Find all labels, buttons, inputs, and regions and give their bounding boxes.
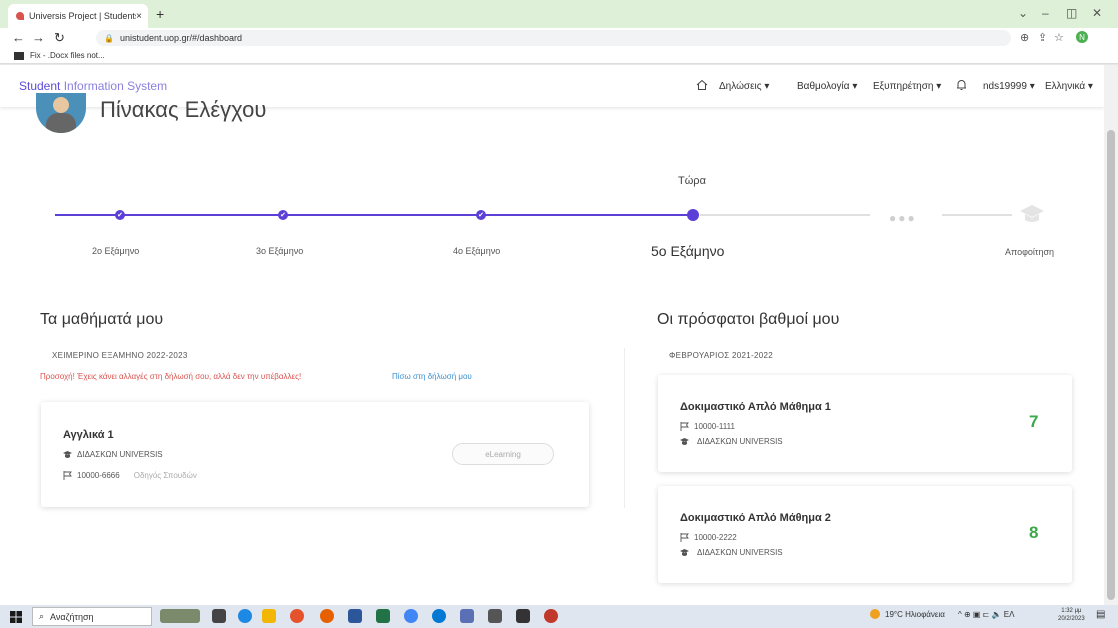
app-icon[interactable] xyxy=(460,609,474,623)
grade-instructor: ΔΙΔΑΣΚΩΝ UNIVERSIS xyxy=(680,548,783,557)
url-text: unistudent.uop.gr/#/dashboard xyxy=(119,33,243,43)
close-window-button[interactable]: ✕ xyxy=(1092,6,1102,20)
bell-icon[interactable] xyxy=(956,79,967,91)
course-code-line: 10000-6666 Οδηγός Σπουδών xyxy=(63,471,197,480)
excel-icon[interactable] xyxy=(376,609,390,623)
graduation-label: Αποφοίτηση xyxy=(1005,247,1055,257)
timeline-ellipsis: ●●● xyxy=(889,211,917,225)
courses-period: ΧΕΙΜΕΡΙΝΟ ΕΞΑΜΗΝΟ 2022-2023 xyxy=(52,351,188,360)
nav-declarations[interactable]: Δηλώσεις ▾ xyxy=(719,81,769,92)
site-favicon-icon xyxy=(16,12,24,20)
back-arrow-icon[interactable]: ← xyxy=(12,30,25,45)
semester-2-label: 2ο Εξάμηνο xyxy=(92,246,140,256)
share-icon[interactable]: ⇪ xyxy=(1038,31,1047,44)
grade-value: 7 xyxy=(1029,412,1039,431)
instructor-icon xyxy=(63,450,72,458)
minimize-button[interactable]: – xyxy=(1042,6,1049,20)
app-icon[interactable] xyxy=(488,609,502,623)
address-bar[interactable]: 🔒 unistudent.uop.gr/#/dashboard xyxy=(96,30,1011,46)
nav-user[interactable]: nds19999 ▾ xyxy=(983,81,1035,92)
brand-logo[interactable]: Student Information System xyxy=(19,79,167,93)
graduation-cap-icon xyxy=(1020,205,1044,222)
edge-icon[interactable] xyxy=(238,609,252,623)
back-to-declaration-link[interactable]: Πίσω στη δήλωσή μου xyxy=(392,372,472,381)
news-widget-icon[interactable] xyxy=(160,609,200,623)
grade-course-title: Δοκιμαστικό Απλό Μάθημα 2 xyxy=(680,512,831,524)
tab-close-icon[interactable]: × xyxy=(136,11,142,22)
semester-3-label: 3ο Εξάμηνο xyxy=(256,246,304,256)
profile-avatar[interactable]: N xyxy=(1076,31,1088,43)
my-courses-heading: Τα μαθήματά μου xyxy=(40,311,164,328)
maximize-button[interactable]: ◫ xyxy=(1066,6,1077,20)
new-tab-button[interactable]: + xyxy=(156,6,164,22)
task-view-icon[interactable] xyxy=(212,609,226,623)
instructor-icon xyxy=(680,548,689,556)
page-content: Student Information System Δηλώσεις ▾ Βα… xyxy=(0,65,1104,605)
unsubmitted-warning: Προσοχή! Έχεις κάνει αλλαγές στη δήλωσή … xyxy=(40,372,302,381)
scrollbar-thumb[interactable] xyxy=(1107,130,1115,600)
weather-text[interactable]: 19°C Ηλιοφάνεια xyxy=(885,610,945,619)
grade-course-code-line: 10000-2222 xyxy=(680,533,737,542)
timeline-current-dot xyxy=(687,209,699,221)
app-icon[interactable] xyxy=(432,609,446,623)
bookmark-icon xyxy=(14,51,24,60)
course-instructor: ΔΙΔΑΣΚΩΝ UNIVERSIS xyxy=(63,450,163,459)
app-icon[interactable] xyxy=(544,609,558,623)
lock-icon: 🔒 xyxy=(104,33,114,43)
taskbar-clock[interactable]: 1:32 μμ 20/2/2023 xyxy=(1058,607,1085,623)
grade-value: 8 xyxy=(1029,523,1039,542)
course-title[interactable]: Αγγλικά 1 xyxy=(63,429,114,441)
nav-language[interactable]: Ελληνικά ▾ xyxy=(1045,81,1093,92)
recent-grades-heading: Οι πρόσφατοι βαθμοί μου xyxy=(657,311,840,328)
notifications-icon[interactable]: ▤ xyxy=(1096,609,1105,620)
bookmarks-bar: Fix - .Docx files not... xyxy=(0,48,1118,64)
timeline-progress-line xyxy=(55,214,693,216)
timeline-future-line xyxy=(700,214,870,216)
chrome-active-icon[interactable] xyxy=(404,609,418,623)
column-divider xyxy=(624,348,625,508)
system-tray[interactable]: ^ ⊕ ▣ ⊏ 🔈 ΕΛ xyxy=(958,610,1014,619)
browser-tab-bar xyxy=(0,0,1118,28)
elearning-button[interactable]: eLearning xyxy=(452,443,554,465)
current-semester-label: 5ο Εξάμηνο xyxy=(651,243,725,259)
grade-course-code-line: 10000-1111 xyxy=(680,422,735,431)
search-icon: ⌕ xyxy=(39,611,45,621)
word-icon[interactable] xyxy=(348,609,362,623)
nav-service[interactable]: Εξυπηρέτηση ▾ xyxy=(873,81,941,92)
firefox-icon[interactable] xyxy=(320,609,334,623)
weather-icon[interactable] xyxy=(870,609,880,619)
taskbar-search[interactable]: ⌕ Αναζήτηση xyxy=(32,607,152,626)
timeline-check-icon: ✔ xyxy=(115,210,125,220)
course-code: 10000-6666 xyxy=(77,471,120,480)
page-title: Πίνακας Ελέγχου xyxy=(100,97,267,122)
timeline-check-icon: ✔ xyxy=(278,210,288,220)
file-explorer-icon[interactable] xyxy=(262,609,276,623)
timeline-future-line xyxy=(942,214,1012,216)
flag-icon xyxy=(680,533,689,542)
windows-start-icon[interactable] xyxy=(10,611,22,623)
timeline-now-label: Τώρα xyxy=(678,175,706,187)
home-icon[interactable] xyxy=(696,79,708,91)
bookmark-link[interactable]: Fix - .Docx files not... xyxy=(30,51,105,60)
star-icon[interactable]: ☆ xyxy=(1054,31,1064,44)
grade-course-title: Δοκιμαστικό Απλό Μάθημα 1 xyxy=(680,401,831,413)
forward-arrow-icon[interactable]: → xyxy=(32,30,45,45)
grade-instructor: ΔΙΔΑΣΚΩΝ UNIVERSIS xyxy=(680,437,783,446)
zoom-icon[interactable]: ⊕ xyxy=(1020,31,1029,44)
instructor-icon xyxy=(680,437,689,445)
tab-title: Universis Project | Students Appl xyxy=(29,11,137,21)
timeline-check-icon: ✔ xyxy=(476,210,486,220)
tab-search-icon[interactable]: ⌄ xyxy=(1018,6,1028,20)
study-guide-link[interactable]: Οδηγός Σπουδών xyxy=(134,471,197,480)
reload-icon[interactable]: ↻ xyxy=(54,30,65,46)
chrome-icon[interactable] xyxy=(290,609,304,623)
semester-4-label: 4ο Εξάμηνο xyxy=(453,246,501,256)
app-icon[interactable] xyxy=(516,609,530,623)
flag-icon xyxy=(680,422,689,431)
nav-grades[interactable]: Βαθμολογία ▾ xyxy=(797,81,857,92)
student-avatar xyxy=(36,93,86,133)
browser-tab[interactable]: Universis Project | Students Appl × xyxy=(8,4,148,28)
grades-period: ΦΕΒΡΟΥΑΡΙΟΣ 2021-2022 xyxy=(669,351,773,360)
flag-icon xyxy=(63,471,72,480)
